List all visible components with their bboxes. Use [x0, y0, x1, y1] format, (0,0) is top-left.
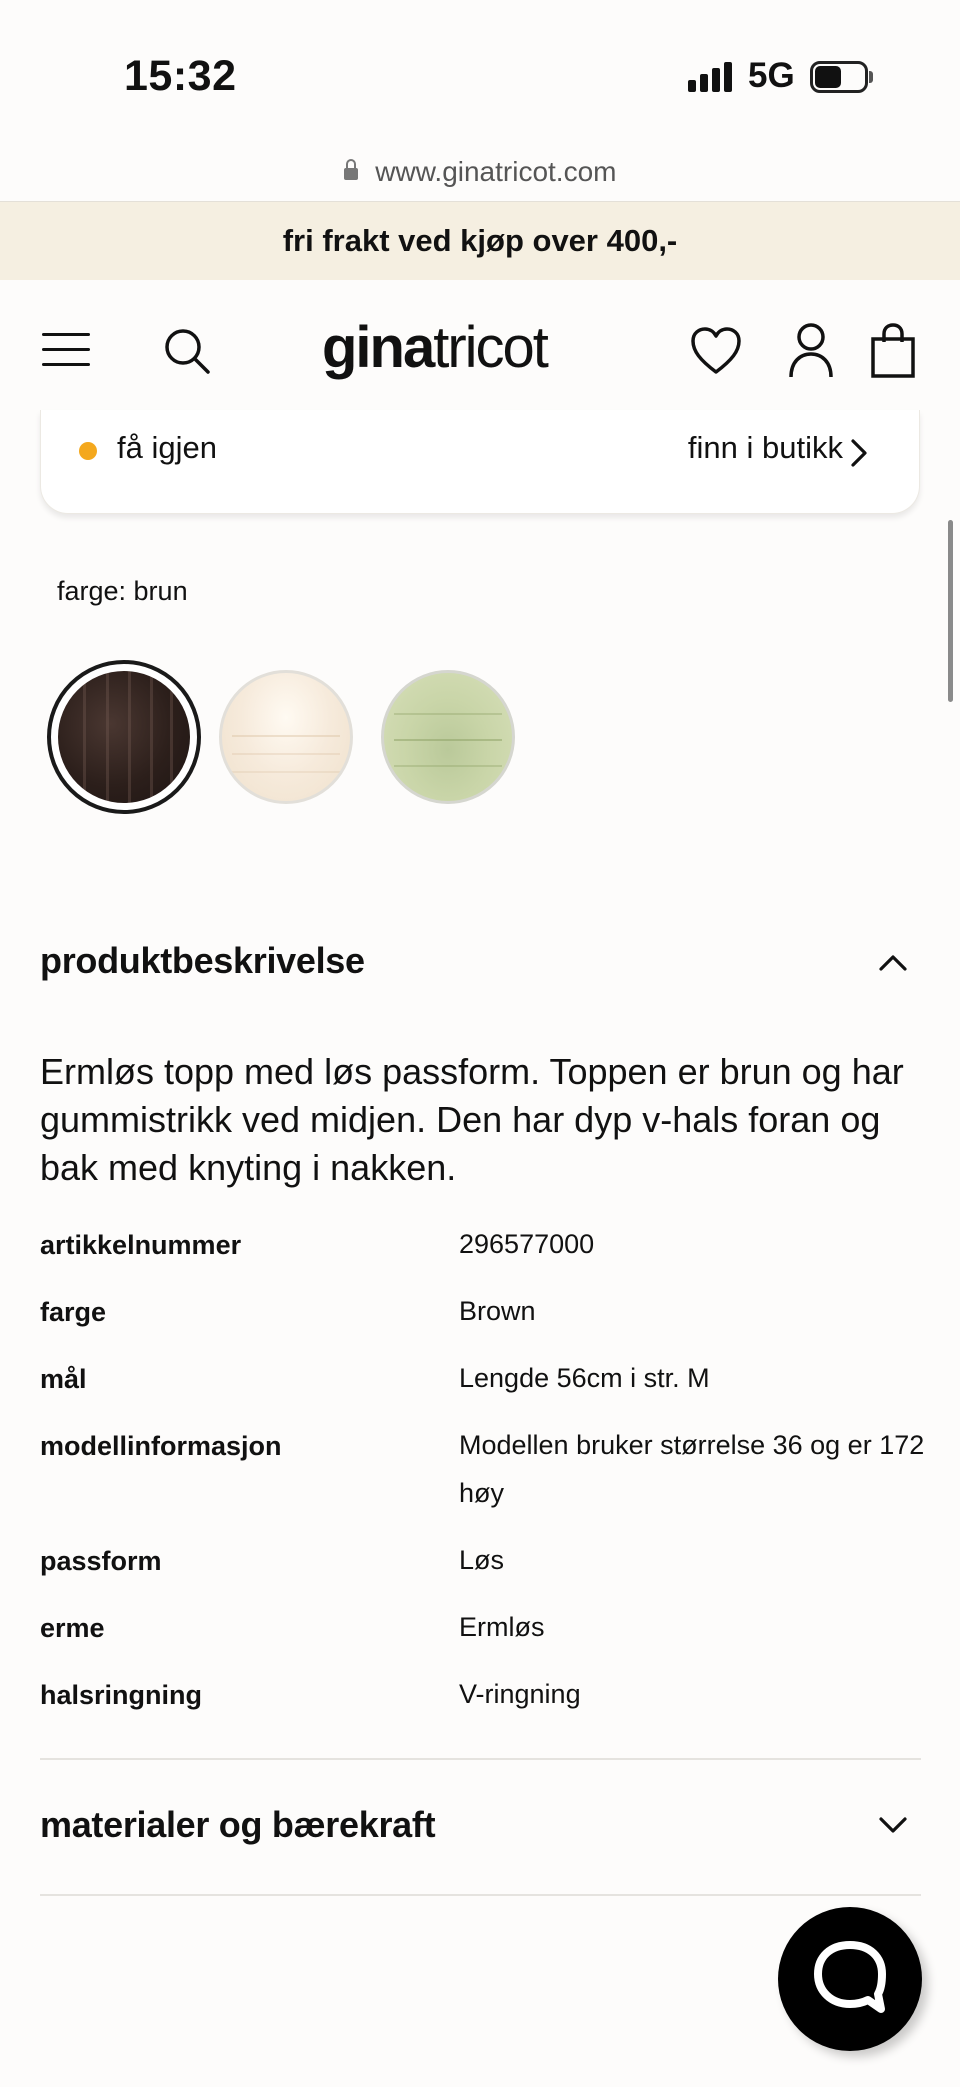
address-bar[interactable]: www.ginatricot.com — [0, 150, 960, 202]
logo-light: tricot — [433, 315, 549, 380]
battery-icon — [810, 61, 874, 93]
color-swatch-brown[interactable] — [58, 671, 190, 803]
section-divider — [40, 1894, 921, 1896]
logo-bold: gina — [322, 315, 435, 380]
spec-value: Ermløs — [459, 1612, 545, 1642]
spec-value: Modellen bruker størrelse 36 og er 172 h… — [459, 1430, 925, 1508]
stock-status-dot — [79, 442, 97, 460]
availability-card: få igjen finn i butikk — [40, 410, 920, 514]
chat-button[interactable] — [778, 1907, 922, 2051]
section-divider — [40, 1758, 921, 1760]
chevron-up-icon[interactable] — [878, 952, 908, 972]
search-icon[interactable] — [162, 326, 212, 376]
status-bar: 15:32 5G — [0, 0, 960, 150]
product-description-text: Ermløs topp med løs passform. Toppen er … — [40, 1051, 904, 1188]
spec-key: artikkelnummer — [40, 1230, 242, 1260]
spec-key: mål — [40, 1364, 87, 1394]
spec-key: modellinformasjon — [40, 1431, 282, 1461]
site-header: ginatricot — [0, 280, 960, 420]
logo[interactable]: ginatricot — [322, 314, 549, 381]
lock-icon — [343, 159, 358, 180]
chevron-down-icon[interactable] — [878, 1815, 908, 1835]
promo-text: fri frakt ved kjøp over 400,- — [282, 223, 678, 258]
spec-key: passform — [40, 1546, 162, 1576]
find-in-store-link[interactable]: finn i butikk — [688, 430, 843, 466]
spec-value: 296577000 — [459, 1229, 595, 1259]
user-icon[interactable] — [788, 322, 834, 378]
spec-value: Brown — [459, 1296, 536, 1326]
clock: 15:32 — [124, 52, 237, 100]
chevron-right-icon[interactable] — [849, 438, 869, 468]
spec-key: farge — [40, 1297, 107, 1327]
spec-value: V-ringning — [459, 1679, 581, 1709]
heart-icon[interactable] — [690, 326, 742, 376]
signal-icon — [688, 62, 736, 92]
menu-icon[interactable] — [42, 330, 90, 370]
stock-status-text: få igjen — [117, 430, 217, 465]
network-label: 5G — [748, 56, 795, 95]
spec-value: Lengde 56cm i str. M — [459, 1363, 710, 1393]
color-swatch-green[interactable] — [381, 670, 515, 804]
url-text: www.ginatricot.com — [375, 156, 617, 187]
scrollbar[interactable] — [948, 520, 953, 702]
spec-key: erme — [40, 1613, 105, 1643]
promo-banner: fri frakt ved kjøp over 400,- — [0, 202, 960, 280]
product-description-heading[interactable]: produktbeskrivelse — [40, 940, 365, 982]
color-label: farge: brun — [57, 576, 188, 606]
spec-key: halsringning — [40, 1680, 202, 1710]
spec-value: Løs — [459, 1545, 505, 1575]
color-swatch-offwhite[interactable] — [219, 670, 353, 804]
bag-icon[interactable] — [870, 322, 916, 378]
chat-bubble-icon — [814, 1941, 886, 2013]
materials-heading[interactable]: materialer og bærekraft — [40, 1804, 436, 1846]
